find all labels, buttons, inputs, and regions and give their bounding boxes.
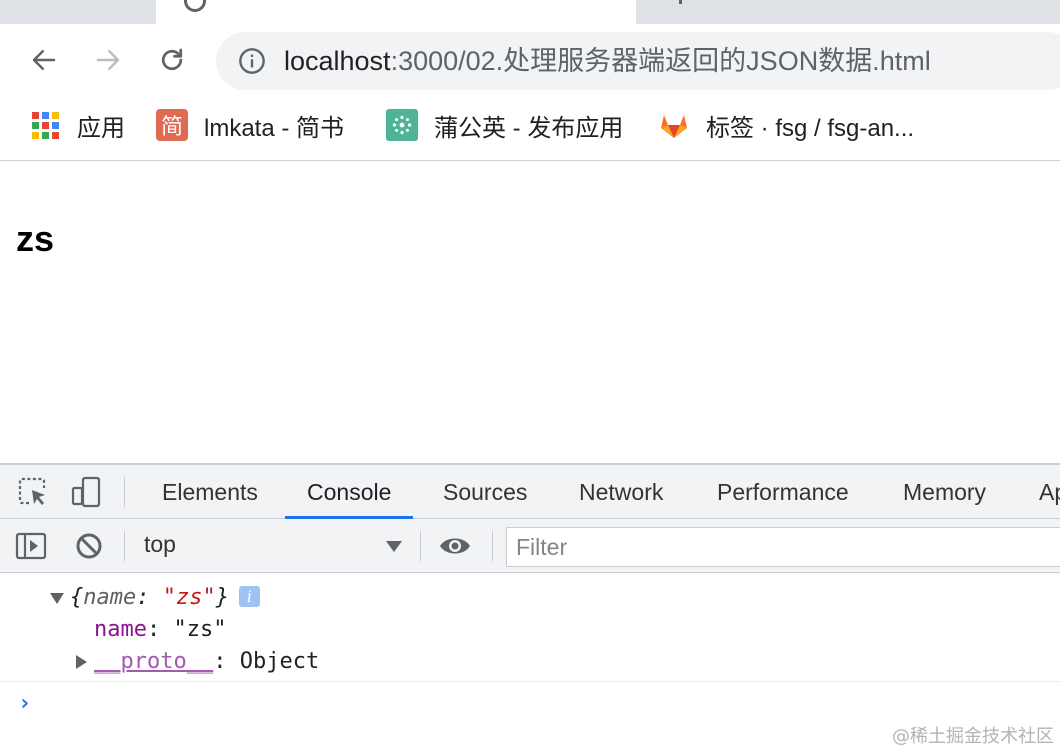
- device-toolbar-icon[interactable]: [70, 475, 104, 509]
- clear-console-icon[interactable]: [72, 529, 106, 563]
- bookmark-gitlab[interactable]: 标签 · fsg / fsg-an...: [658, 108, 914, 142]
- apps-grid-icon: [32, 112, 59, 139]
- tab-strip: [0, 0, 1060, 24]
- tab-console[interactable]: Console: [307, 465, 391, 518]
- console-prompt[interactable]: ›: [18, 691, 31, 716]
- console-toolbar: top Filter: [0, 519, 1060, 573]
- url-path: :3000/02.处理服务器端返回的JSON数据.html: [391, 46, 931, 76]
- property-value: "zs": [173, 617, 226, 642]
- bookmark-apps[interactable]: 应用: [30, 108, 125, 142]
- brace: }: [216, 585, 229, 610]
- tab-favicon-icon: [184, 0, 206, 12]
- browser-toolbar: localhost:3000/02.处理服务器端返回的JSON数据.html: [0, 24, 1060, 98]
- arrow-left-icon: [29, 45, 59, 75]
- property-key: name: [94, 617, 147, 642]
- tab-memory[interactable]: Memory: [903, 465, 986, 518]
- watermark: @稀土掘金技术社区: [892, 722, 1054, 748]
- filter-input[interactable]: Filter: [506, 527, 1060, 567]
- separator: :: [136, 585, 163, 610]
- tab-active[interactable]: [156, 0, 636, 24]
- object-value: "zs": [163, 585, 216, 610]
- expand-toggle-icon[interactable]: [76, 655, 87, 669]
- jianshu-icon: 简: [156, 109, 188, 141]
- back-button[interactable]: [24, 40, 64, 80]
- reload-button[interactable]: [152, 40, 192, 80]
- pugongying-icon: [386, 109, 418, 141]
- url-text[interactable]: localhost:3000/02.处理服务器端返回的JSON数据.html: [284, 46, 931, 76]
- bookmark-pugongying[interactable]: 蒲公英 - 发布应用: [386, 108, 623, 142]
- page-heading: zs: [16, 219, 54, 259]
- toolbar-separator: [420, 531, 421, 561]
- proto-value: Object: [240, 649, 319, 674]
- devtools-panel: Elements Console Sources Network Perform…: [0, 463, 1060, 754]
- console-divider: [0, 681, 1060, 682]
- bookmark-label: 标签 · fsg / fsg-an...: [706, 108, 914, 143]
- tab-performance[interactable]: Performance: [717, 465, 849, 518]
- reload-icon: [157, 45, 187, 75]
- console-property-row: name: "zs": [94, 615, 226, 645]
- tab-favicon-icon: [676, 0, 682, 4]
- eye-icon[interactable]: [438, 529, 472, 563]
- context-selector[interactable]: top: [144, 531, 176, 558]
- sidebar-toggle-icon[interactable]: [14, 529, 48, 563]
- site-info-icon[interactable]: [238, 47, 266, 75]
- tab-elements[interactable]: Elements: [162, 465, 258, 518]
- inspect-element-icon[interactable]: [16, 475, 50, 509]
- bookmark-label: 蒲公英 - 发布应用: [434, 108, 623, 143]
- expand-toggle-icon[interactable]: [50, 593, 64, 604]
- forward-button[interactable]: [88, 40, 128, 80]
- tab-inactive-left[interactable]: [0, 0, 156, 24]
- separator: :: [147, 617, 174, 642]
- chevron-down-icon[interactable]: [386, 541, 402, 552]
- tab-inactive-right[interactable]: [636, 0, 1060, 24]
- devtools-tabbar: Elements Console Sources Network Perform…: [0, 465, 1060, 519]
- url-host: localhost: [284, 46, 391, 76]
- bookmark-label: 应用: [77, 108, 125, 143]
- bookmarks-bar: 应用 简 lmkata - 简书 蒲公英 - 发布应用 标签: [0, 98, 1060, 160]
- bookmark-jianshu[interactable]: 简 lmkata - 简书: [156, 108, 344, 142]
- tab-sources[interactable]: Sources: [443, 465, 527, 518]
- tab-network[interactable]: Network: [579, 465, 663, 518]
- console-object-summary[interactable]: {name: "zs"} i: [70, 583, 260, 613]
- address-bar[interactable]: localhost:3000/02.处理服务器端返回的JSON数据.html: [216, 32, 1060, 90]
- separator: :: [213, 649, 240, 674]
- toolbar-separator: [124, 531, 125, 561]
- page-content: zs: [0, 161, 1060, 463]
- toolbar-separator: [124, 477, 125, 507]
- gitlab-icon: [658, 109, 690, 141]
- proto-key: __proto__: [94, 649, 213, 674]
- arrow-right-icon: [93, 45, 123, 75]
- toolbar-separator: [492, 531, 493, 561]
- brace: {: [70, 585, 83, 610]
- info-icon[interactable]: i: [239, 586, 260, 607]
- object-key: name: [83, 585, 136, 610]
- bookmark-label: lmkata - 简书: [204, 108, 344, 143]
- console-proto-row[interactable]: __proto__: Object: [94, 647, 319, 677]
- tab-application[interactable]: Ap: [1039, 465, 1060, 518]
